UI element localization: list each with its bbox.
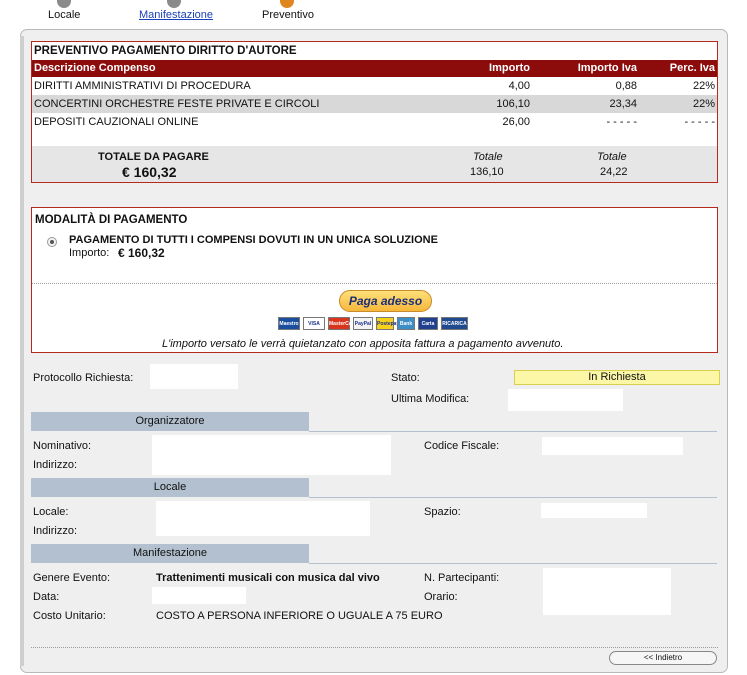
total-row: TOTALE DA PAGARE € 160,32 Totale 136,10 … [32, 146, 717, 182]
row-importo: 26,00 [502, 116, 530, 128]
section-manifestazione: Manifestazione [31, 544, 309, 563]
partecipanti-orario-field [543, 568, 671, 615]
data-label: Data: [33, 591, 60, 603]
maestro-card-icon: Maestro [278, 317, 300, 330]
section-organizzatore: Organizzatore [31, 412, 309, 431]
payment-option-radio[interactable] [47, 237, 57, 247]
bank-card-icon: Bank [397, 317, 415, 330]
payment-option-label: PAGAMENTO DI TUTTI I COMPENSI DOVUTI IN … [69, 234, 438, 246]
step-marker-active-icon [280, 0, 294, 8]
indirizzo-label: Indirizzo: [33, 459, 78, 471]
partecipanti-label: N. Partecipanti: [424, 572, 500, 584]
step-manifestazione[interactable]: Manifestazione [139, 0, 213, 21]
row-importo-iva: - - - - - [606, 116, 637, 128]
step-marker-icon [57, 0, 71, 8]
row-perc-iva: - - - - - [684, 116, 715, 128]
visa-card-icon: VISA [303, 317, 325, 330]
table-row: DEPOSITI CAUZIONALI ONLINE 26,00 - - - -… [32, 113, 717, 131]
total-amount: € 160,32 [122, 164, 177, 180]
postepay-card-icon: Postepay [376, 317, 399, 330]
ultima-modifica-field [508, 389, 623, 411]
row-descrizione: DIRITTI AMMINISTRATIVI DI PROCEDURA [34, 80, 251, 92]
totale-iva-caption: Totale [597, 151, 627, 163]
panel-edge [20, 36, 24, 666]
wizard-steps: Locale Manifestazione Preventivo [0, 0, 747, 28]
payment-importo-value: € 160,32 [118, 246, 165, 260]
spazio-label: Spazio: [424, 506, 461, 518]
locale-field [156, 501, 370, 536]
totale-iva-value: 24,22 [600, 166, 628, 178]
codice-fiscale-label: Codice Fiscale: [424, 440, 500, 452]
row-importo: 106,10 [496, 98, 530, 110]
costo-unitario-value: COSTO A PERSONA INFERIORE O UGUALE A 75 … [156, 610, 443, 622]
table-row: CONCERTINI ORCHESTRE FESTE PRIVATE E CIR… [32, 95, 717, 113]
step-preventivo-label: Preventivo [262, 9, 314, 21]
step-marker-icon [167, 0, 181, 8]
totale-importo-value: 136,10 [470, 166, 504, 178]
step-manifestazione-link[interactable]: Manifestazione [139, 9, 213, 21]
mastercard-icon: MasterCard [328, 317, 357, 330]
codice-fiscale-field [542, 437, 683, 455]
section-line [309, 431, 717, 432]
row-descrizione: CONCERTINI ORCHESTRE FESTE PRIVATE E CIR… [34, 98, 320, 110]
row-descrizione: DEPOSITI CAUZIONALI ONLINE [34, 116, 199, 128]
genere-evento-label: Genere Evento: [33, 572, 111, 584]
header-descrizione: Descrizione Compenso [34, 62, 156, 74]
organizzatore-field [152, 435, 391, 475]
total-label: TOTALE DA PAGARE [98, 151, 209, 163]
status-badge: In Richiesta [514, 370, 720, 385]
row-perc-iva: 22% [692, 80, 715, 92]
costo-unitario-label: Costo Unitario: [33, 610, 106, 622]
step-preventivo: Preventivo [262, 0, 314, 21]
genere-evento-value: Trattenimenti musicali con musica dal vi… [156, 572, 380, 584]
carta-card-icon: Carta [418, 317, 438, 330]
protocollo-label: Protocollo Richiesta: [33, 372, 134, 384]
divider [32, 283, 717, 284]
ultima-modifica-label: Ultima Modifica: [391, 393, 470, 405]
orario-label: Orario: [424, 591, 458, 603]
section-locale: Locale [31, 478, 309, 497]
back-button[interactable]: << Indietro [609, 651, 717, 665]
ricarica-paypal-icon: RICARICA PAYPAL [441, 317, 468, 340]
data-field [152, 587, 246, 604]
payment-note: L'importo versato le verrà quietanzato c… [162, 338, 564, 350]
step-locale-label: Locale [48, 9, 81, 21]
spazio-field [541, 503, 647, 518]
locale-indirizzo-label: Indirizzo: [33, 525, 78, 537]
divider [31, 647, 718, 648]
quote-table-header: Descrizione Compenso Importo Importo Iva… [32, 60, 717, 77]
payment-box: MODALITÀ DI PAGAMENTO PAGAMENTO DI TUTTI… [31, 207, 718, 353]
row-importo: 4,00 [508, 80, 530, 92]
paypal-card-icon: PayPal [353, 317, 373, 330]
quote-title: PREVENTIVO PAGAMENTO DIRITTO D'AUTORE [34, 45, 297, 57]
section-line [309, 497, 717, 498]
payment-title: MODALITÀ DI PAGAMENTO [35, 214, 188, 226]
header-perc-iva: Perc. Iva [669, 62, 715, 74]
row-importo-iva: 23,34 [609, 98, 637, 110]
row-perc-iva: 22% [692, 98, 715, 110]
section-line [309, 563, 717, 564]
step-locale[interactable]: Locale [48, 0, 81, 21]
stato-label: Stato: [391, 372, 420, 384]
protocollo-field [150, 364, 238, 389]
nominativo-label: Nominativo: [33, 440, 92, 452]
quote-box: PREVENTIVO PAGAMENTO DIRITTO D'AUTORE De… [31, 41, 718, 183]
paypal-pay-button[interactable]: Paga adesso [339, 290, 432, 312]
header-importo-iva: Importo Iva [577, 62, 637, 74]
locale-label: Locale: [33, 506, 69, 518]
header-importo: Importo [489, 62, 530, 74]
table-row: DIRITTI AMMINISTRATIVI DI PROCEDURA 4,00… [32, 77, 717, 95]
totale-importo-caption: Totale [473, 151, 503, 163]
row-importo-iva: 0,88 [615, 80, 637, 92]
payment-importo-label: Importo: [69, 247, 110, 259]
